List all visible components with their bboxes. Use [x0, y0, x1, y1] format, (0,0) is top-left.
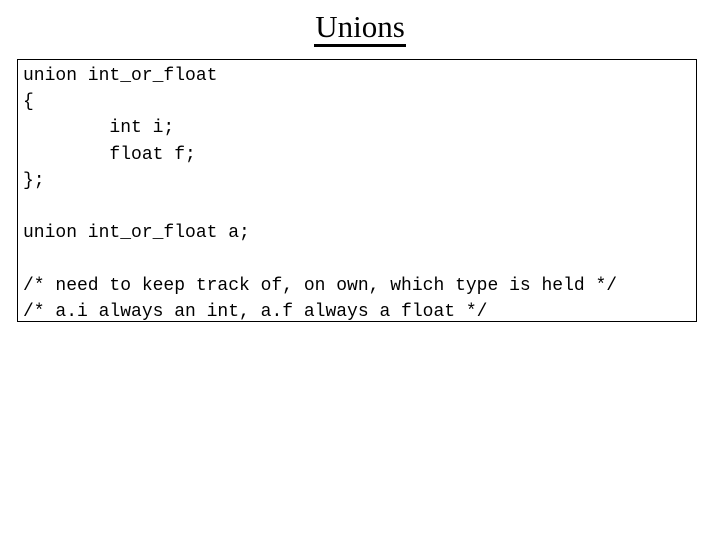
code-line: };: [23, 170, 45, 191]
code-block-lines: union int_or_float { int i; float f;}; un…: [23, 63, 694, 322]
page-title: Unions: [314, 10, 406, 47]
code-line: /* need to keep track of, on own, which …: [23, 275, 618, 296]
slide-canvas: Unions union int_or_float { int i; float …: [0, 0, 720, 540]
code-line: int i;: [23, 118, 175, 139]
slide-title-container: Unions: [0, 10, 720, 47]
code-line: union int_or_float: [23, 66, 218, 86]
code-line: union int_or_float a;: [23, 223, 250, 244]
code-line: float f;: [23, 144, 196, 165]
code-line: /* a.i always an int, a.f always a float…: [23, 301, 488, 322]
code-block: union int_or_float { int i; float f;}; un…: [17, 59, 697, 322]
code-line: {: [23, 92, 34, 113]
